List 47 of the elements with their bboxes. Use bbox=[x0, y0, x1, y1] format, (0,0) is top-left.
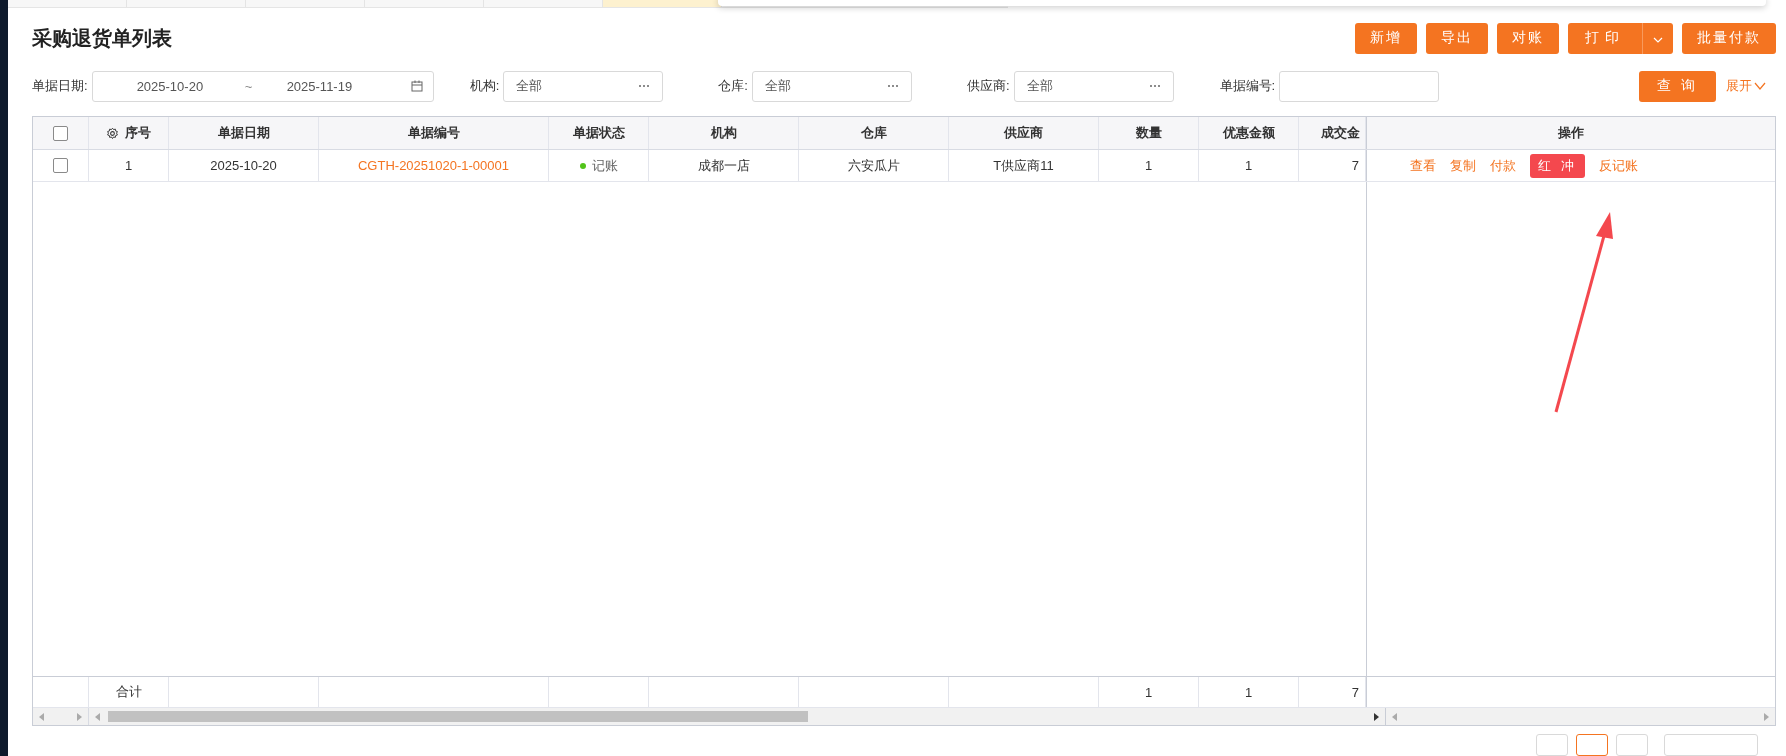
table-cell: 1 bbox=[124, 158, 133, 174]
total-cell: 7 bbox=[1351, 684, 1359, 700]
column-header: 序号 bbox=[125, 124, 151, 143]
row-action-link[interactable]: 反记账 bbox=[1598, 154, 1638, 177]
search-button[interactable]: 查 询 bbox=[1639, 70, 1716, 102]
expand-link[interactable]: 展开 bbox=[1726, 77, 1766, 96]
select-field[interactable]: 全部 bbox=[503, 70, 664, 102]
print-button[interactable]: 打印 bbox=[1568, 22, 1642, 54]
column-header: 数量 bbox=[1135, 124, 1162, 143]
column-header: 仓库 bbox=[860, 124, 887, 143]
row-action-link[interactable]: 付款 bbox=[1490, 154, 1517, 177]
toolbar-button[interactable]: 新增 bbox=[1355, 22, 1417, 54]
page-title: 采购退货单列表 bbox=[32, 25, 172, 51]
filter-label: 单据日期: bbox=[32, 77, 88, 96]
filter-label: 供应商: bbox=[966, 77, 1010, 96]
column-header: 成交金 bbox=[1321, 124, 1360, 143]
table-cell: T供应商11 bbox=[993, 156, 1054, 175]
column-header: 单据日期 bbox=[217, 124, 270, 143]
order-number-link[interactable]: CGTH-20251020-1-00001 bbox=[357, 158, 509, 174]
column-header: 优惠金额 bbox=[1222, 124, 1275, 143]
filter-label: 单据编号: bbox=[1219, 77, 1276, 96]
date-range-field[interactable]: 2025-10-20 ~ 2025-11-19 bbox=[91, 70, 434, 102]
row-action-link[interactable]: 红 冲 bbox=[1530, 153, 1585, 178]
filter-label: 仓库: bbox=[718, 77, 748, 96]
table-cell: 成都一店 bbox=[697, 156, 750, 175]
table-cell: 1 bbox=[1144, 158, 1153, 174]
column-header: 供应商 bbox=[1004, 124, 1043, 143]
select-field[interactable]: 全部 bbox=[751, 70, 912, 102]
table-cell: 7 bbox=[1351, 158, 1359, 174]
table-cell: 1 bbox=[1244, 158, 1253, 174]
total-cell: 1 bbox=[1244, 684, 1253, 700]
toolbar-button[interactable]: 批量付款 bbox=[1682, 22, 1776, 54]
column-header: 单据编号 bbox=[407, 124, 460, 143]
row-action-link[interactable]: 复制 bbox=[1450, 154, 1477, 177]
toolbar-button[interactable]: 对账 bbox=[1497, 22, 1559, 54]
row-action-link[interactable]: 查看 bbox=[1410, 154, 1437, 177]
total-cell: 1 bbox=[1144, 684, 1153, 700]
total-label: 合计 bbox=[115, 683, 142, 701]
table-cell: 六安瓜片 bbox=[847, 156, 900, 175]
column-header: 机构 bbox=[710, 124, 737, 143]
filter-label: 机构: bbox=[469, 77, 500, 96]
column-header: 操作 bbox=[1558, 124, 1584, 143]
select-field[interactable]: 全部 bbox=[1013, 70, 1174, 102]
toolbar-button[interactable]: 导出 bbox=[1426, 22, 1488, 54]
table-cell: 2025-10-20 bbox=[210, 158, 277, 174]
column-header: 单据状态 bbox=[572, 124, 625, 143]
status-text: 记账 bbox=[591, 156, 618, 175]
